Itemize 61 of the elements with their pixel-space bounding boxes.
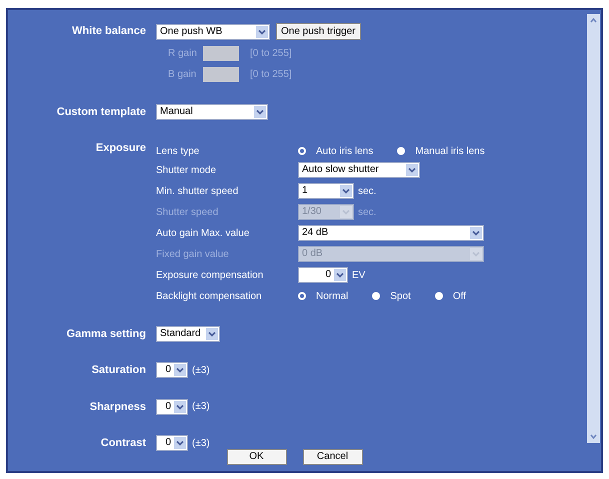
dropdown[interactable]: 0 [156,362,188,378]
dropdown[interactable]: 24 dB [298,225,484,241]
range-text: (±3) [192,400,210,414]
caret-icon [406,164,418,176]
radio-label: Off [452,290,466,304]
range-text: [0 to 255] [250,47,292,61]
radio-button[interactable] [298,292,306,300]
caret-icon [174,437,186,450]
section-label: Custom template [56,105,147,120]
dialog-button[interactable]: Cancel [302,449,362,465]
caret-icon [174,364,186,376]
dropdown[interactable]: Auto slow shutter [298,162,420,178]
caret-icon [340,185,352,197]
dropdown[interactable]: 0 [156,435,188,452]
trigger-button[interactable]: One push trigger [276,23,360,40]
section-label: White balance [71,24,147,40]
section-label: Contrast [100,436,147,451]
radio-button[interactable] [298,147,306,155]
dropdown[interactable]: 0 [298,267,348,283]
caret-icon [340,206,352,218]
gain-label: B gain [168,68,198,82]
caret-icon [254,106,266,118]
scrollbar[interactable] [587,14,600,443]
unit-text: sec. [358,206,376,220]
radio-label: Manual iris lens [415,144,485,158]
caret-icon [470,227,482,239]
field-label: Fixed gain value [156,248,230,262]
section-label: Gamma setting [66,326,147,342]
gain-label: R gain [168,47,198,61]
dropdown[interactable]: Standard [156,326,220,342]
radio-button[interactable] [372,292,380,300]
caret-icon [334,269,346,281]
field-label: Exposure compensation [156,268,264,282]
caret-icon [470,248,482,260]
section-label: Saturation [90,363,147,378]
field-label: Shutter mode [156,164,218,178]
dropdown[interactable]: 1 [298,183,354,199]
dropdown[interactable]: 0 [156,398,188,415]
section-label: Exposure [94,140,147,156]
range-text: (±3) [192,364,210,378]
radio-label: Spot [390,290,411,304]
field-label: Backlight compensation [156,290,263,304]
section-label: Sharpness [88,400,147,414]
field-label: Lens type [156,144,200,158]
caret-icon [206,328,218,340]
unit-text: EV [352,268,366,282]
dialog-button[interactable]: OK [226,449,286,465]
dropdown[interactable]: One push WB [156,24,270,40]
dropdown[interactable]: Manual [156,104,268,120]
radio-label: Normal [316,290,348,304]
field-label: Min. shutter speed [156,184,240,198]
range-text: [0 to 255] [250,68,292,82]
caret-icon [174,400,186,413]
radio-label: Auto iris lens [316,144,374,158]
range-text: (±3) [192,436,210,451]
field-label: Auto gain Max. value [156,226,250,240]
radio-button[interactable] [397,147,406,155]
unit-text: sec. [358,184,376,198]
radio-button[interactable] [434,292,443,300]
field-label: Shutter speed [156,206,220,220]
caret-icon [256,26,268,38]
